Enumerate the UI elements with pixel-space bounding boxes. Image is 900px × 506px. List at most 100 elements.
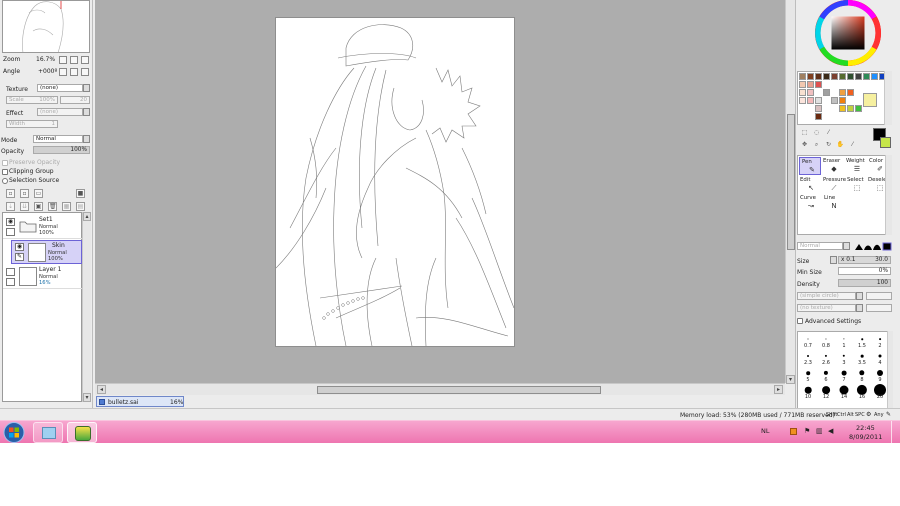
new-linework-layer-icon[interactable]: ▫ xyxy=(20,189,29,198)
eye-icon[interactable]: ◉ xyxy=(6,218,15,226)
scroll-down-icon[interactable]: ▾ xyxy=(786,375,795,384)
trash-icon[interactable]: 🗑 xyxy=(48,202,57,211)
brush-preset[interactable]: 0.7 xyxy=(799,334,817,349)
swatch[interactable] xyxy=(807,81,814,88)
eye-icon[interactable]: ◉ xyxy=(15,243,24,251)
lock-icon[interactable] xyxy=(6,278,15,286)
opacity-slider[interactable]: 100% xyxy=(33,146,90,154)
brush-icon[interactable]: ✎ xyxy=(15,253,24,261)
swatch[interactable] xyxy=(823,89,830,96)
clock-time[interactable]: 22:45 xyxy=(856,424,875,432)
brush-preset[interactable]: 6 xyxy=(817,368,835,383)
tool-line[interactable]: Line N xyxy=(822,194,844,212)
scroll-left-icon[interactable]: ◂ xyxy=(97,385,106,394)
new-layer-icon[interactable]: ▫ xyxy=(6,189,15,198)
network-icon[interactable]: ▥ xyxy=(816,427,823,435)
swatch[interactable] xyxy=(799,89,806,96)
tool-pressure[interactable]: Pressure ⟋ xyxy=(822,176,846,194)
canvas-viewport[interactable] xyxy=(95,0,785,395)
swatch[interactable] xyxy=(855,105,862,112)
delete-mask-icon[interactable]: ▤ xyxy=(76,202,85,211)
flag-icon[interactable]: ⚑ xyxy=(804,427,810,435)
rect-select-icon[interactable]: ⬚ xyxy=(800,129,809,138)
swatch[interactable] xyxy=(871,73,878,80)
tool-select[interactable]: Select ⬚ xyxy=(845,176,867,194)
brush-preset[interactable]: 16 xyxy=(853,384,871,400)
lasso-icon[interactable]: ◌ xyxy=(812,129,821,138)
brush-preset[interactable]: 5 xyxy=(799,368,817,383)
swatch-scrollbar[interactable] xyxy=(884,71,892,125)
brush-preset[interactable]: 7 xyxy=(835,368,853,383)
swatch[interactable] xyxy=(815,73,822,80)
magic-wand-icon[interactable]: ⁄ xyxy=(824,129,833,138)
lock-icon[interactable] xyxy=(6,228,15,236)
vertical-scrollbar[interactable]: ▾ xyxy=(785,0,795,384)
brush-preset[interactable]: 3.5 xyxy=(853,351,871,366)
secondary-color-swatch[interactable] xyxy=(880,137,891,148)
canvas-paper[interactable] xyxy=(275,17,515,347)
zoom-value[interactable]: 16.7% xyxy=(36,56,55,63)
brush-preset[interactable]: 14 xyxy=(835,385,853,400)
volume-icon[interactable]: ◀ xyxy=(828,427,833,435)
swatch[interactable] xyxy=(847,105,854,112)
move-icon[interactable]: ✥ xyxy=(800,141,809,150)
density-slider[interactable]: 100 xyxy=(838,279,891,287)
chevron-down-icon[interactable] xyxy=(843,242,850,250)
merge-down-icon[interactable]: ⇊ xyxy=(20,202,29,211)
brush-preset[interactable]: 1.5 xyxy=(853,334,871,349)
swatch[interactable] xyxy=(815,97,822,104)
show-desktop-button[interactable] xyxy=(891,421,900,444)
swatch[interactable] xyxy=(807,73,814,80)
eyedropper-icon[interactable]: ⁄ xyxy=(848,141,857,150)
texture-select[interactable]: (none) xyxy=(37,84,83,92)
blend-mode-select[interactable]: Normal xyxy=(33,135,83,143)
brush-preset[interactable]: 8 xyxy=(853,368,871,383)
apply-mask-icon[interactable]: ▦ xyxy=(62,202,71,211)
brush-preset[interactable]: 1 xyxy=(835,334,853,349)
chevron-down-icon[interactable] xyxy=(83,135,90,143)
horizontal-scrollbar[interactable]: ◂ ▸ xyxy=(95,383,785,395)
brush-preset[interactable]: 0.8 xyxy=(817,334,835,349)
new-folder-icon[interactable]: ▭ xyxy=(34,189,43,198)
color-wheel[interactable] xyxy=(800,0,896,66)
swatch[interactable] xyxy=(839,89,846,96)
taskbar-sai-button[interactable] xyxy=(67,422,97,443)
swatch[interactable] xyxy=(847,73,854,80)
min-size-slider[interactable]: 0% xyxy=(838,267,891,275)
tool-eraser[interactable]: Eraser ◆ xyxy=(822,157,844,175)
swatch[interactable] xyxy=(831,73,838,80)
transfer-down-icon[interactable]: ⇣ xyxy=(6,202,15,211)
language-indicator[interactable]: NL xyxy=(761,427,769,435)
advanced-settings-checkbox[interactable] xyxy=(797,318,803,324)
rotate-left-icon[interactable] xyxy=(59,68,67,76)
hand-icon[interactable]: ✋ xyxy=(836,141,845,150)
taskbar-explorer-button[interactable] xyxy=(33,422,63,443)
swatch[interactable] xyxy=(815,105,822,112)
rotate-icon[interactable]: ↻ xyxy=(824,141,833,150)
zoom-in-icon[interactable] xyxy=(70,56,78,64)
swatch[interactable] xyxy=(839,105,846,112)
brush-shape-buttons[interactable] xyxy=(854,242,892,251)
swatch[interactable] xyxy=(847,89,854,96)
tool-pen[interactable]: Pen ✎ xyxy=(799,157,821,175)
swatch[interactable] xyxy=(831,97,838,104)
layer-item-set1[interactable]: ◉ Set1 Normal 100% xyxy=(3,215,82,239)
tool-edit[interactable]: Edit ↖ xyxy=(799,176,821,194)
brush-blend-mode-select[interactable]: Normal xyxy=(797,242,843,250)
start-button[interactable] xyxy=(2,421,26,444)
scroll-right-icon[interactable]: ▸ xyxy=(774,385,783,394)
preset-scrollbar[interactable] xyxy=(887,331,893,409)
tool-scrollbar[interactable] xyxy=(885,155,892,235)
clipping-group-checkbox[interactable] xyxy=(2,169,8,175)
tool-weight[interactable]: Weight ☰ xyxy=(845,157,867,175)
swatch[interactable] xyxy=(807,89,814,96)
swatch[interactable] xyxy=(815,81,822,88)
brush-preset[interactable]: 3 xyxy=(835,351,853,366)
tool-curve[interactable]: Curve ↝ xyxy=(799,194,821,212)
brush-preset[interactable]: 12 xyxy=(817,385,835,400)
eye-hidden-icon[interactable] xyxy=(6,268,15,276)
size-multiplier-icon[interactable] xyxy=(830,256,837,264)
scroll-down-icon[interactable]: ▾ xyxy=(83,393,91,402)
swatch[interactable] xyxy=(839,73,846,80)
swatch[interactable] xyxy=(863,93,877,107)
